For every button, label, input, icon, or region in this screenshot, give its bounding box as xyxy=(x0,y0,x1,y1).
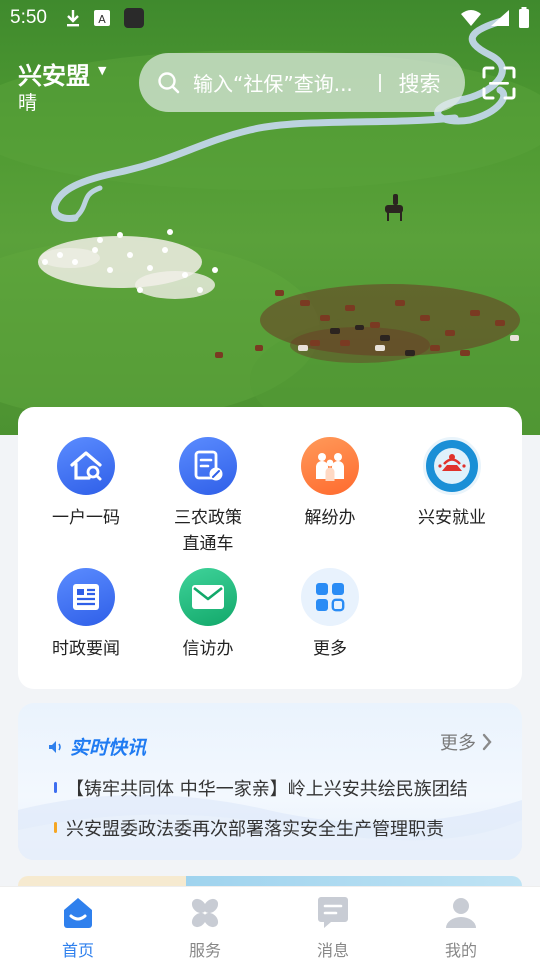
service-label: 更多 xyxy=(313,639,347,659)
city-name: 兴安盟 xyxy=(18,62,90,90)
home-icon xyxy=(64,898,92,928)
city-selector[interactable]: 兴安盟 ▼ xyxy=(18,56,106,91)
search-button[interactable]: 搜索 xyxy=(399,68,441,98)
service-xingan-jiuye[interactable]: 兴安就业 xyxy=(389,437,515,531)
search-icon xyxy=(158,71,180,93)
svg-text:A: A xyxy=(98,13,106,26)
tab-label: 服务 xyxy=(188,941,221,960)
search-divider xyxy=(379,73,381,92)
news-item-text: 兴安盟委政法委再次部署落实安全生产管理职责 xyxy=(66,819,444,840)
search-bar[interactable]: 输入“社保”查询... 搜索 xyxy=(139,53,465,112)
newspaper-icon xyxy=(57,568,115,626)
service-shizheng-news[interactable]: 时政要闻 xyxy=(23,568,149,662)
news-title: 实时快讯 xyxy=(70,737,147,759)
people-icon xyxy=(301,437,359,495)
news-more-label: 更多 xyxy=(440,733,476,754)
app-icon xyxy=(123,8,144,28)
grid-more-icon xyxy=(301,568,359,626)
news-title-row: 实时快讯 xyxy=(48,733,146,760)
service-more[interactable]: 更多 xyxy=(267,568,393,662)
news-item[interactable]: 【铸牢共同体 中华一家亲】岭上兴安共绘民族团结 xyxy=(54,775,484,801)
tab-label: 我的 xyxy=(444,941,477,960)
download-icon xyxy=(66,10,79,27)
news-item[interactable]: 兴安盟委政法委再次部署落实安全生产管理职责 xyxy=(54,815,484,841)
message-icon xyxy=(318,897,348,928)
tab-messages[interactable]: 消息 xyxy=(283,895,383,960)
wifi-icon xyxy=(461,10,481,26)
battery-icon xyxy=(519,7,529,28)
scan-icon[interactable] xyxy=(482,66,516,100)
status-time: 5:50 xyxy=(10,7,47,28)
tab-services[interactable]: 服务 xyxy=(155,895,255,960)
caret-down-icon: ▼ xyxy=(98,64,107,77)
news-card: 实时快讯 更多 【铸牢共同体 中华一家亲】岭上兴安共绘民族团结 兴安盟委政法委再… xyxy=(18,703,522,860)
news-more-link[interactable]: 更多 xyxy=(440,729,492,755)
bottom-tab-bar: 首页 服务 消息 我的 xyxy=(0,886,540,960)
search-input[interactable]: 输入“社保”查询... xyxy=(193,68,365,97)
tab-profile[interactable]: 我的 xyxy=(411,895,511,960)
weather-text: 晴 xyxy=(18,92,38,114)
service-xinfang[interactable]: 信访办 xyxy=(145,568,271,662)
service-yihu-yima[interactable]: 一户一码 xyxy=(23,437,149,531)
tab-label: 首页 xyxy=(61,941,94,960)
envelope-icon xyxy=(179,568,237,626)
tab-label: 消息 xyxy=(316,941,349,960)
service-label: 兴安就业 xyxy=(418,508,486,528)
signal-icon xyxy=(491,10,509,26)
services-card: 一户一码 三农政策 直通车 解纷办 兴安就业 时政要闻 信访办 更多 xyxy=(18,407,522,689)
service-label: 时政要闻 xyxy=(52,639,120,659)
service-label: 一户一码 xyxy=(52,508,120,528)
service-sannong-policy[interactable]: 三农政策 直通车 xyxy=(145,437,271,557)
status-bar: 5:50 A xyxy=(0,0,540,36)
service-label: 解纷办 xyxy=(304,508,356,528)
text-a-icon: A xyxy=(93,10,110,26)
chevron-right-icon xyxy=(482,733,492,751)
house-search-icon xyxy=(57,437,115,495)
news-item-text: 【铸牢共同体 中华一家亲】岭上兴安共绘民族团结 xyxy=(66,779,468,800)
speaker-icon xyxy=(49,740,61,753)
service-label: 三农政策 直通车 xyxy=(174,508,242,554)
profile-icon xyxy=(446,898,476,928)
service-label: 信访办 xyxy=(182,639,234,659)
news-item-dot xyxy=(54,782,57,793)
policy-doc-icon xyxy=(179,437,237,495)
news-item-dot xyxy=(54,822,57,833)
services-icon xyxy=(191,898,219,928)
tab-home[interactable]: 首页 xyxy=(28,895,128,960)
employment-emblem-icon xyxy=(423,437,481,495)
service-jiefen[interactable]: 解纷办 xyxy=(267,437,393,531)
